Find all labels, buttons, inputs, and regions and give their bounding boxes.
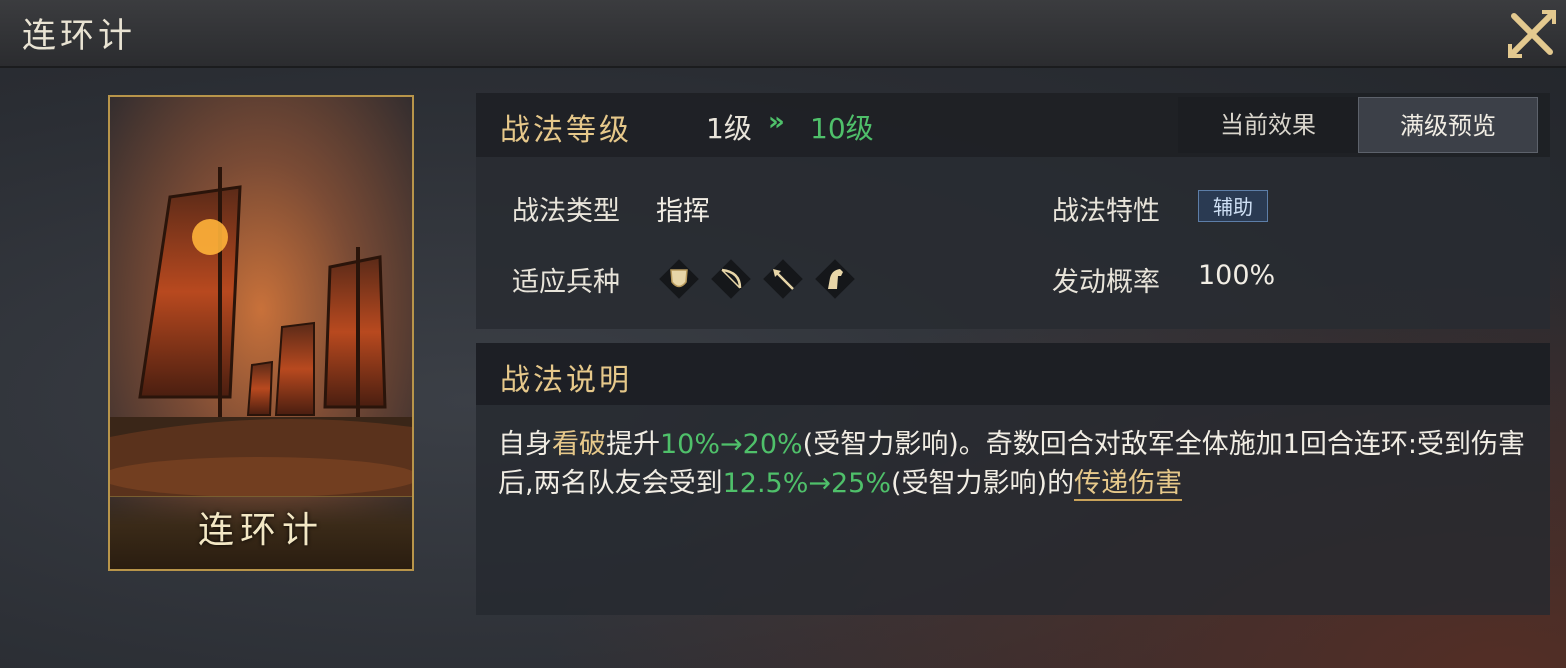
level-label: 战法等级 [500,113,632,148]
description-title: 战法说明 [500,363,632,398]
horse-icon [814,258,856,300]
level-to: 10级 [810,112,874,145]
info-panel: 战法等级 1级 » 10级 当前效果 满级预览 战法类型 指挥 战法特性 辅助 … [476,93,1550,329]
desc-text: 自身 [498,429,552,460]
card-name: 连环计 [197,510,324,551]
rate-label: 发动概率 [1052,267,1160,298]
bow-icon [710,258,752,300]
spear-icon [762,258,804,300]
description-text: 自身看破提升10%→20%(受智力影响)。奇数回合对敌军全体施加1回合连环:受到… [498,425,1528,503]
tactic-card: 连环计 [108,95,414,571]
keyword-transfer-damage-link[interactable]: 传递伤害 [1074,468,1183,501]
value-transfer-damage: 12.5%→25% [722,468,892,499]
window-title: 连环计 [22,16,136,56]
tab-current-effect[interactable]: 当前效果 [1178,97,1358,153]
type-value: 指挥 [656,196,710,227]
units-label: 适应兵种 [512,267,620,298]
close-icon [1508,10,1556,58]
tab-max-preview[interactable]: 满级预览 [1358,97,1538,153]
type-label: 战法类型 [512,196,620,227]
rate-value: 100% [1198,260,1276,291]
level-from: 1级 [706,112,752,145]
desc-text: (受智力影响)的 [891,468,1075,499]
level-row: 战法等级 1级 » 10级 当前效果 满级预览 [476,93,1550,157]
value-kanpo-increase: 10%→20% [660,429,803,460]
description-panel: 战法说明 自身看破提升10%→20%(受智力影响)。奇数回合对敌军全体施加1回合… [476,343,1550,615]
shield-icon [658,258,700,300]
description-header: 战法说明 [476,343,1550,405]
trait-label: 战法特性 [1052,196,1160,227]
title-bar: 连环计 [0,0,1566,68]
trait-badge: 辅助 [1198,190,1268,222]
level-arrow-icon: » [768,107,785,137]
keyword-kanpo[interactable]: 看破 [552,429,606,460]
close-button[interactable] [1506,8,1558,58]
desc-text: 提升 [606,429,660,460]
card-name-bar: 连环计 [110,496,412,569]
